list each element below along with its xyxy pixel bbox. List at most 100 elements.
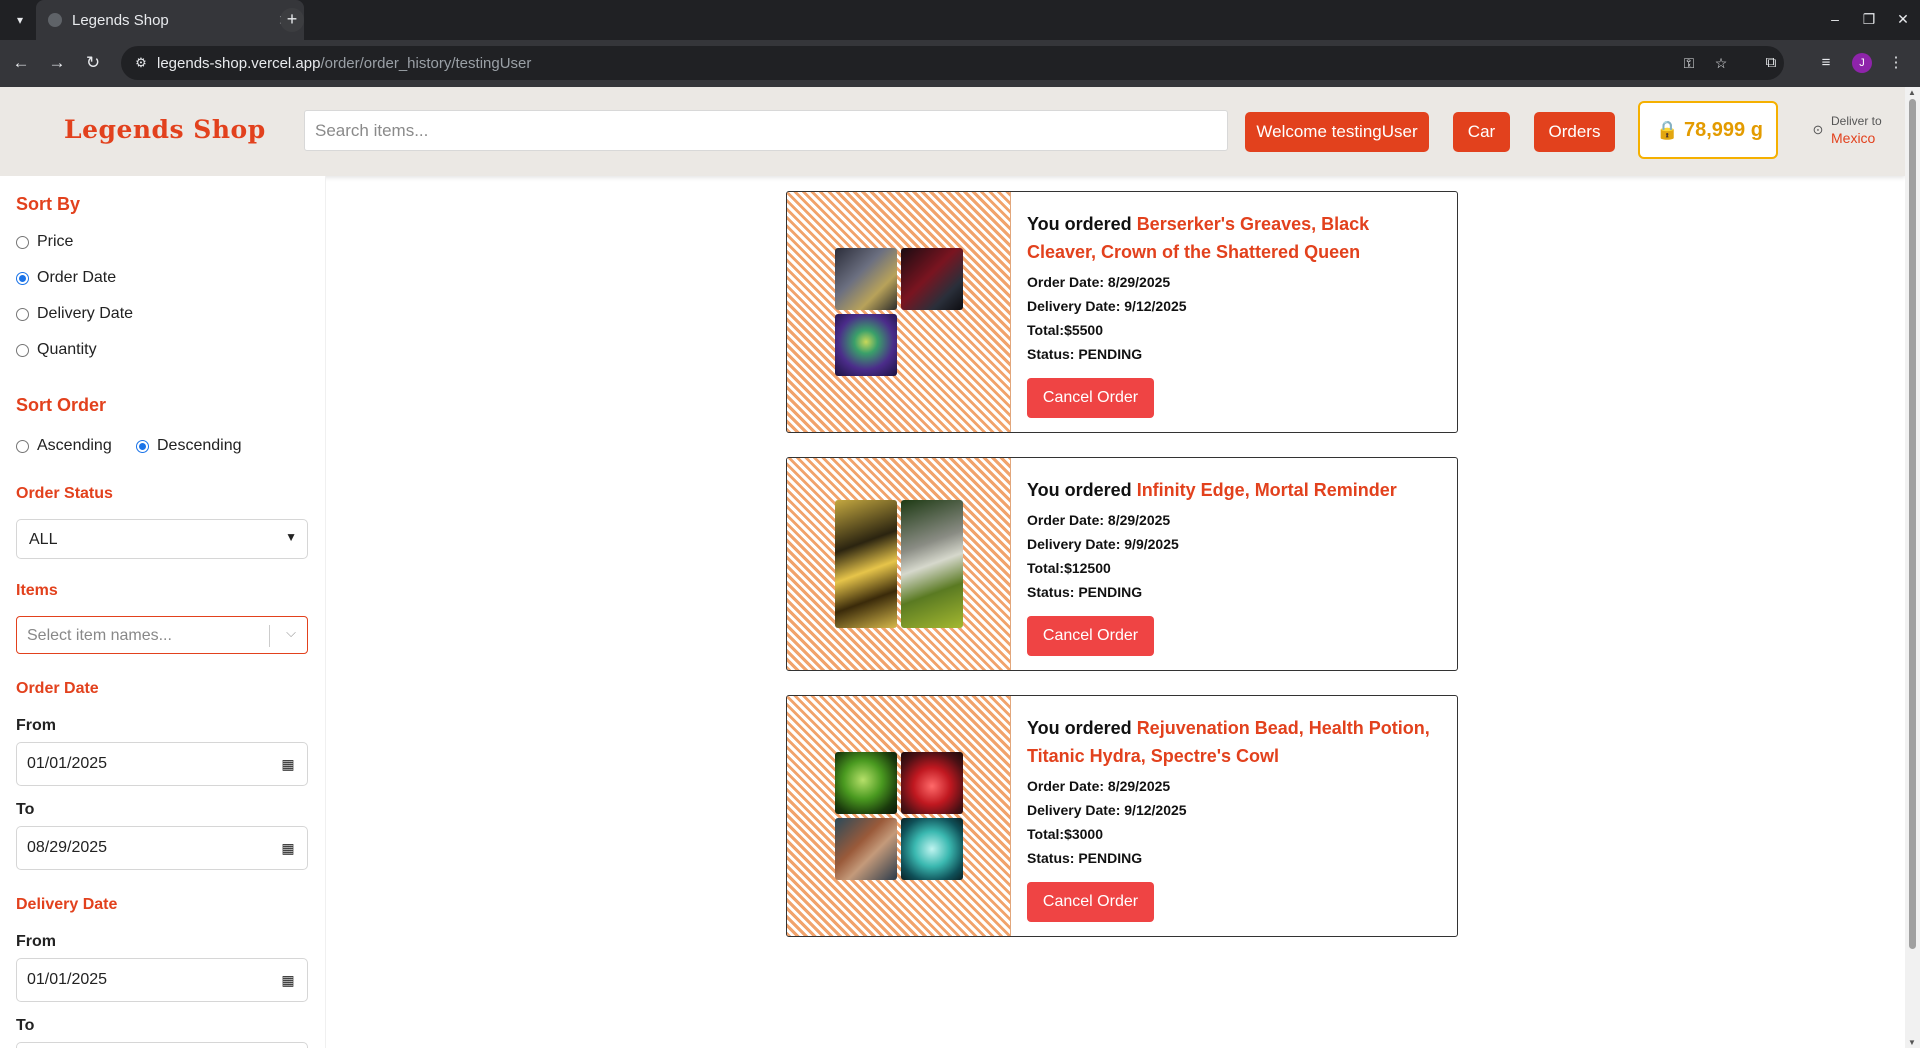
cart-button[interactable]: Car	[1453, 112, 1510, 152]
search-input[interactable]	[304, 110, 1228, 151]
app-header: Legends Shop Welcome testingUser Car Ord…	[0, 87, 1905, 176]
order-image-panel	[787, 696, 1011, 936]
extensions-icon[interactable]: ⧉	[1760, 52, 1782, 74]
calendar-icon[interactable]: ▦	[279, 839, 297, 857]
order-total: Total:$3000	[1027, 826, 1103, 842]
browser-toolbar: ← → ↻ ⚙ legends-shop.vercel.app/order/or…	[0, 40, 1920, 87]
scroll-down-icon[interactable]: ▼	[1908, 1038, 1916, 1047]
radio-descending[interactable]	[136, 439, 149, 453]
scrollbar-thumb[interactable]	[1909, 99, 1916, 949]
reload-icon[interactable]: ↻	[82, 52, 104, 74]
gold-balance[interactable]: 🔒 78,999 g	[1638, 101, 1778, 159]
sort-by-heading: Sort By	[16, 194, 81, 214]
chevron-down-icon: ▼	[285, 530, 297, 544]
star-icon[interactable]: ☆	[1712, 54, 1730, 72]
browser-tab[interactable]: Legends Shop ✕	[36, 0, 304, 40]
order-status-heading: Order Status	[16, 485, 113, 502]
delivery-date-to-label: To	[16, 1017, 35, 1034]
tab-title: Legends Shop	[72, 12, 169, 29]
maximize-icon[interactable]: ❐	[1858, 8, 1880, 30]
gold-value: 78,999 g	[1684, 119, 1763, 141]
orders-button[interactable]: Orders	[1534, 112, 1615, 152]
order-status-value: ALL	[29, 531, 58, 548]
cancel-order-button[interactable]: Cancel Order	[1027, 378, 1154, 418]
order-title: You ordered Infinity Edge, Mortal Remind…	[1027, 480, 1397, 500]
address-bar[interactable]: ⚙ legends-shop.vercel.app/order/order_hi…	[121, 46, 1784, 80]
tab-search-icon[interactable]: ▾	[10, 10, 30, 30]
crown-icon	[835, 314, 897, 376]
ascending-option[interactable]: Ascending	[16, 436, 112, 456]
delivery-date-from-label: From	[16, 933, 56, 950]
cancel-order-button[interactable]: Cancel Order	[1027, 882, 1154, 922]
delivery-date: Delivery Date: 9/12/2025	[1027, 298, 1187, 314]
scroll-up-icon[interactable]: ▲	[1908, 88, 1916, 97]
descending-option[interactable]: Descending	[136, 436, 242, 456]
radio-ascending[interactable]	[16, 439, 29, 453]
media-icon[interactable]: ≡	[1815, 52, 1837, 74]
cleaver-icon	[901, 248, 963, 310]
greaves-icon	[835, 248, 897, 310]
order-title: You ordered Rejuvenation Bead, Health Po…	[1027, 718, 1430, 766]
order-status: Status: PENDING	[1027, 346, 1143, 362]
mortal-reminder-icon	[901, 500, 963, 628]
deliver-label: Deliver to	[1831, 114, 1882, 128]
infinity-edge-icon	[835, 500, 897, 628]
more-menu-icon[interactable]: ⋮	[1885, 52, 1907, 74]
chevron-down-icon[interactable]: ⌵	[286, 625, 296, 641]
order-date-to-input[interactable]: 08/29/2025 ▦	[16, 826, 308, 870]
order-date: Order Date: 8/29/2025	[1027, 512, 1171, 528]
delivery-date-from-input[interactable]: 01/01/2025 ▦	[16, 958, 308, 1002]
delivery-date: Delivery Date: 9/12/2025	[1027, 802, 1187, 818]
order-date-heading: Order Date	[16, 680, 99, 697]
logo[interactable]: Legends Shop	[64, 115, 266, 144]
page-scrollbar[interactable]: ▲ ▼	[1905, 87, 1920, 1048]
calendar-icon[interactable]: ▦	[279, 971, 297, 989]
health-potion-icon	[901, 752, 963, 814]
key-icon[interactable]: ⚿	[1680, 54, 1698, 72]
sort-price-option[interactable]: Price	[16, 232, 73, 252]
items-placeholder: Select item names...	[27, 627, 172, 644]
sort-quantity-option[interactable]: Quantity	[16, 340, 97, 360]
multiselect-divider	[269, 625, 270, 647]
order-status: Status: PENDING	[1027, 584, 1143, 600]
order-date-to-label: To	[16, 801, 35, 818]
calendar-icon[interactable]: ▦	[279, 755, 297, 773]
close-window-icon[interactable]: ✕	[1892, 8, 1914, 30]
sort-order-date-option[interactable]: Order Date	[16, 268, 116, 288]
sort-delivery-date-option[interactable]: Delivery Date	[16, 304, 133, 324]
minimize-icon[interactable]: –	[1824, 8, 1846, 30]
back-icon[interactable]: ←	[10, 52, 32, 74]
order-total: Total:$5500	[1027, 322, 1103, 338]
deliver-location[interactable]: Mexico	[1831, 130, 1875, 146]
order-items[interactable]: Infinity Edge, Mortal Reminder	[1137, 480, 1397, 500]
order-card: You ordered Berserker's Greaves, Black C…	[786, 191, 1458, 433]
welcome-button[interactable]: Welcome testingUser	[1245, 112, 1429, 152]
delivery-date-to-input[interactable]	[16, 1042, 308, 1048]
filter-sidebar: Sort By Price Order Date Delivery Date Q…	[0, 176, 326, 1048]
order-card: You ordered Rejuvenation Bead, Health Po…	[786, 695, 1458, 937]
sort-order-heading: Sort Order	[16, 395, 107, 415]
radio-order-date[interactable]	[16, 271, 29, 285]
order-date-from-input[interactable]: 01/01/2025 ▦	[16, 742, 308, 786]
forward-icon[interactable]: →	[46, 52, 68, 74]
order-status-select[interactable]: ALL ▼	[16, 519, 308, 559]
items-heading: Items	[16, 582, 58, 599]
radio-quantity[interactable]	[16, 343, 29, 357]
order-card: You ordered Infinity Edge, Mortal Remind…	[786, 457, 1458, 671]
items-multiselect[interactable]: Select item names... ⌵	[16, 616, 308, 654]
order-total: Total:$12500	[1027, 560, 1111, 576]
rejuvenation-bead-icon	[835, 752, 897, 814]
new-tab-button[interactable]: +	[280, 8, 304, 32]
radio-delivery-date[interactable]	[16, 307, 29, 321]
order-status: Status: PENDING	[1027, 850, 1143, 866]
cancel-order-button[interactable]: Cancel Order	[1027, 616, 1154, 656]
order-image-panel	[787, 458, 1011, 670]
radio-price[interactable]	[16, 235, 29, 249]
order-date-from-label: From	[16, 717, 56, 734]
profile-avatar[interactable]: J	[1852, 53, 1872, 73]
site-info-icon[interactable]: ⚙	[133, 55, 149, 71]
location-pin-icon: ⊙	[1812, 122, 1824, 137]
lock-icon: 🔒	[1656, 120, 1679, 140]
order-image-panel	[787, 192, 1011, 432]
globe-icon	[48, 13, 62, 27]
